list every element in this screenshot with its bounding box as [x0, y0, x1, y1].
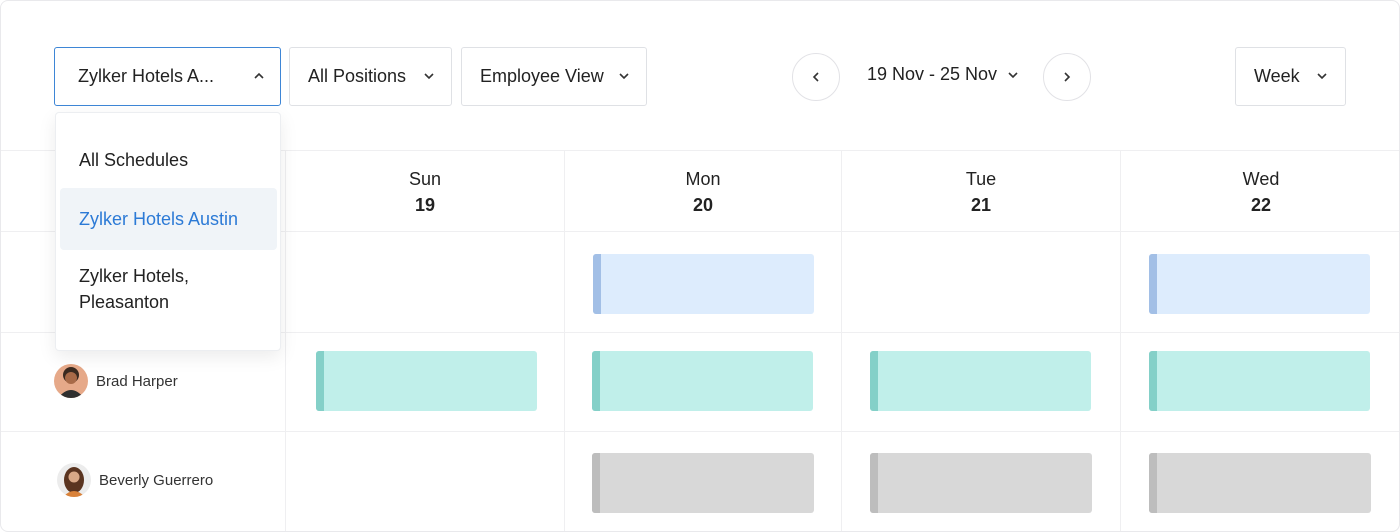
position-select[interactable]: All Positions	[289, 47, 452, 106]
employee-brad-harper[interactable]: Brad Harper	[54, 364, 178, 398]
shift-color-bar	[593, 254, 601, 314]
day-name: Tue	[965, 169, 997, 189]
dropdown-option-zylker-hotels-austin[interactable]: Zylker Hotels Austin	[60, 188, 277, 250]
option-label-line1: Zylker Hotels,	[79, 266, 190, 286]
shift-color-bar	[870, 351, 878, 411]
day-header-wed: Wed 22	[1121, 151, 1399, 231]
shift-color-bar	[592, 351, 600, 411]
avatar	[57, 463, 91, 497]
date-range-label: 19 Nov - 25 Nov	[867, 64, 998, 84]
employee-name: Beverly Guerrero	[99, 471, 214, 489]
shift-block[interactable]	[592, 351, 813, 411]
date-range-picker[interactable]: 19 Nov - 25 Nov	[867, 64, 1019, 85]
day-date: 20	[692, 195, 714, 215]
day-name: Sun	[408, 169, 442, 189]
day-header-tue: Tue 21	[842, 151, 1120, 231]
day-header-mon: Mon 20	[565, 151, 841, 231]
previous-week-button[interactable]	[792, 53, 840, 101]
chevron-down-icon	[1008, 71, 1018, 78]
chevron-down-icon	[1317, 72, 1327, 79]
day-name: Mon	[685, 169, 721, 189]
day-header-sun: Sun 19	[286, 151, 564, 231]
next-week-button[interactable]	[1043, 53, 1091, 101]
day-date: 21	[970, 195, 992, 215]
shift-block[interactable]	[870, 351, 1091, 411]
shift-block[interactable]	[592, 453, 814, 513]
shift-block[interactable]	[1149, 351, 1370, 411]
dropdown-option-all-schedules[interactable]: All Schedules	[60, 147, 277, 173]
day-date: 22	[1250, 195, 1272, 215]
day-date: 19	[414, 195, 436, 215]
employee-name: Brad Harper	[96, 372, 178, 390]
shift-block[interactable]	[593, 254, 814, 314]
schedule-select[interactable]: Zylker Hotels A...	[54, 47, 281, 106]
position-select-value: All Positions	[308, 66, 407, 86]
avatar	[54, 364, 88, 398]
option-label-line2: Pleasanton	[79, 292, 170, 312]
shift-block[interactable]	[1149, 254, 1370, 314]
shift-color-bar	[1149, 254, 1157, 314]
chevron-down-icon	[619, 72, 629, 79]
period-select-value: Week	[1254, 66, 1300, 86]
dropdown-option-zylker-hotels-pleasanton[interactable]: Zylker Hotels, Pleasanton	[60, 263, 277, 315]
grid-divider	[1, 431, 1399, 432]
option-label: All Schedules	[79, 150, 189, 170]
schedule-select-value: Zylker Hotels A...	[78, 66, 215, 86]
shift-color-bar	[316, 351, 324, 411]
employee-beverly-guerrero[interactable]: Beverly Guerrero	[57, 463, 213, 497]
chevron-up-icon	[254, 72, 264, 79]
schedule-dropdown-menu: All Schedules Zylker Hotels Austin Zylke…	[55, 112, 281, 351]
day-name: Wed	[1242, 169, 1280, 189]
option-label: Zylker Hotels Austin	[79, 209, 239, 229]
chevron-left-icon	[812, 72, 819, 82]
shift-color-bar	[1149, 453, 1157, 513]
shift-color-bar	[592, 453, 600, 513]
shift-color-bar	[870, 453, 878, 513]
shift-block[interactable]	[1149, 453, 1371, 513]
period-select[interactable]: Week	[1235, 47, 1346, 106]
shift-block[interactable]	[316, 351, 537, 411]
chevron-down-icon	[424, 72, 434, 79]
schedule-card: Zylker Hotels A... All Positions Employe…	[0, 0, 1400, 532]
shift-color-bar	[1149, 351, 1157, 411]
view-select[interactable]: Employee View	[461, 47, 647, 106]
view-select-value: Employee View	[480, 66, 604, 86]
shift-block[interactable]	[870, 453, 1092, 513]
chevron-right-icon	[1064, 72, 1071, 82]
